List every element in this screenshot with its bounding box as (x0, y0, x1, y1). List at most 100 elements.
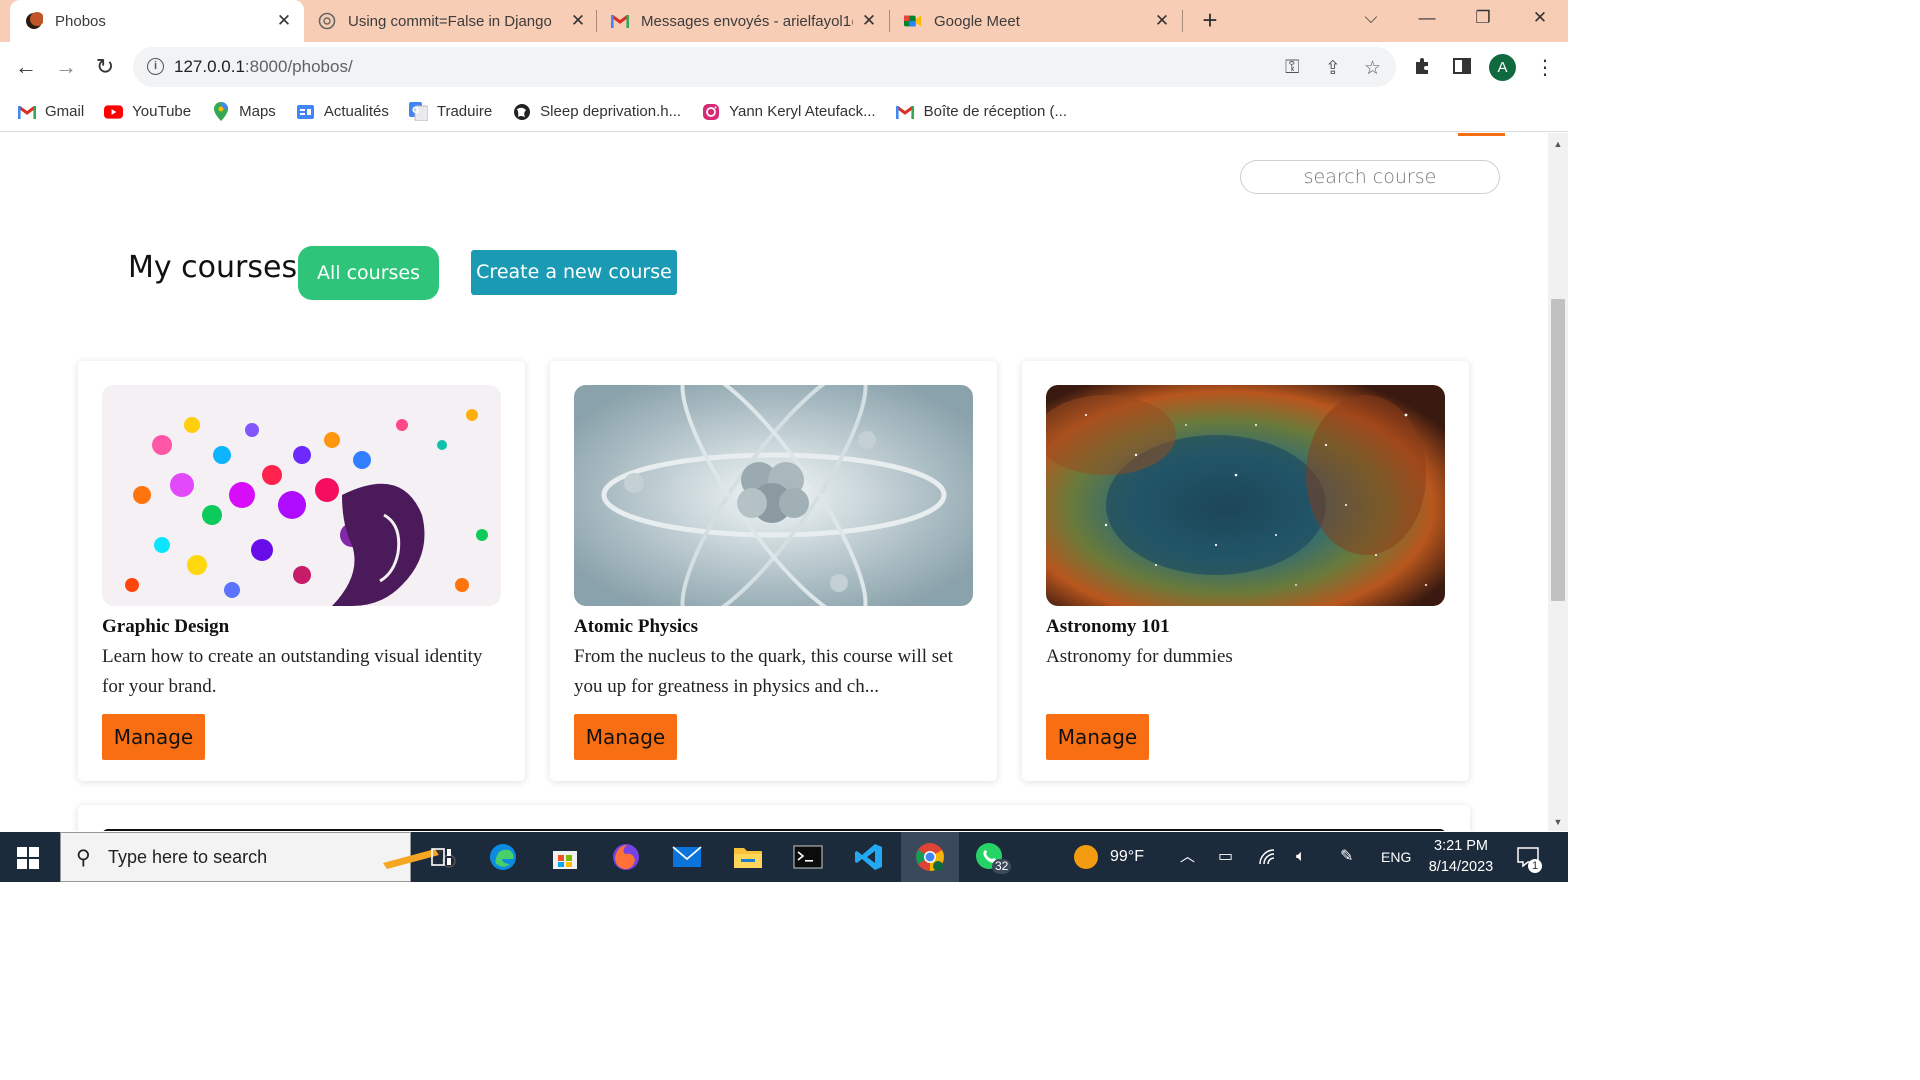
notifications-icon[interactable]: 1 (1516, 832, 1542, 882)
clock-date: 8/14/2023 (1428, 859, 1494, 875)
notifications-badge: 1 (1528, 859, 1542, 873)
gmail-icon (17, 102, 36, 121)
whatsapp-icon[interactable]: 32 (974, 841, 1012, 874)
url-path: :8000/phobos/ (244, 57, 353, 76)
tab-separator (1182, 10, 1183, 32)
vscode-icon[interactable] (853, 841, 885, 873)
maps-icon (211, 102, 230, 121)
wifi-icon[interactable] (1258, 832, 1278, 882)
course-card: Atomic Physics From the nucleus to the q… (550, 361, 997, 781)
manage-course-button[interactable]: Manage (102, 714, 205, 760)
tab-title: Phobos (55, 12, 106, 30)
clock-time: 3:21 PM (1434, 838, 1488, 854)
windows-taskbar: ⚲ Type here to search 32 99°F ︿ ▭ 🔈︎ ✎ E… (0, 832, 1568, 882)
microsoft-store-icon[interactable] (549, 841, 581, 873)
bookmark-translate[interactable]: G Traduire (408, 102, 492, 121)
search-icon: ⚲ (76, 847, 91, 869)
tab-phobos[interactable]: Phobos ✕ (10, 0, 304, 42)
tab-strip: Phobos ✕ Using commit=False in Django ✕ … (0, 0, 1568, 42)
tab-search-chevron-icon[interactable]: ⌵ (1358, 8, 1384, 28)
back-button[interactable]: ← (13, 54, 39, 80)
address-bar[interactable]: i 127.0.0.1:8000/phobos/ ⚿ ⇪ ☆ (133, 47, 1396, 87)
minimize-button[interactable]: — (1414, 8, 1440, 28)
reload-button[interactable]: ↻ (92, 54, 118, 80)
terminal-icon[interactable] (792, 841, 824, 873)
bookmark-star-icon[interactable]: ☆ (1364, 57, 1381, 80)
extensions-icon[interactable] (1413, 56, 1433, 82)
new-tab-button[interactable]: + (1197, 6, 1223, 34)
course-description: Learn how to create an outstanding visua… (102, 646, 483, 697)
scroll-up-icon[interactable]: ▲ (1548, 139, 1568, 149)
tab-title: Messages envoyés - arielfayol1@ (641, 12, 853, 30)
scrollbar-thumb[interactable] (1551, 299, 1565, 601)
windows-start-icon[interactable] (17, 847, 39, 869)
task-view-icon[interactable] (426, 841, 458, 873)
weather-icon[interactable] (1073, 832, 1099, 882)
course-card-partial (78, 805, 1470, 831)
search-course-input[interactable]: search course (1240, 160, 1500, 194)
create-course-button[interactable]: Create a new course (471, 250, 677, 295)
tab-title: Using commit=False in Django (348, 12, 552, 30)
youtube-icon (104, 102, 124, 121)
forward-button[interactable]: → (53, 54, 79, 80)
weather-temperature[interactable]: 99°F (1110, 832, 1144, 882)
close-tab-icon[interactable]: ✕ (861, 11, 877, 31)
site-info-icon[interactable]: i (147, 58, 164, 75)
browser-menu-icon[interactable]: ⋮ (1535, 55, 1555, 80)
manage-course-button[interactable]: Manage (1046, 714, 1149, 760)
tab-separator (596, 10, 597, 32)
all-courses-button[interactable]: All courses (298, 246, 439, 300)
tab-gmail[interactable]: Messages envoyés - arielfayol1@ ✕ (611, 0, 877, 42)
bookmark-inbox[interactable]: Boîte de réception (... (896, 102, 1067, 121)
close-window-button[interactable]: ✕ (1527, 8, 1553, 28)
course-image-graphic-design (102, 385, 501, 606)
edge-icon[interactable] (487, 841, 519, 873)
page-scrollbar[interactable]: ▲ ▼ (1548, 133, 1568, 831)
taskbar-search-box[interactable]: ⚲ Type here to search (60, 832, 456, 882)
course-card: Astronomy 101 Astronomy for dummies Mana… (1022, 361, 1469, 781)
mail-icon[interactable] (671, 841, 703, 873)
phobos-favicon-icon (25, 12, 43, 30)
side-panel-icon[interactable] (1452, 56, 1472, 82)
bookmark-maps[interactable]: Maps (211, 102, 276, 121)
gmail-icon (896, 102, 915, 121)
pen-icon[interactable]: ✎ (1340, 832, 1353, 882)
taskbar-search-placeholder: Type here to search (108, 847, 268, 867)
chrome-icon[interactable] (901, 832, 959, 882)
bookmark-youtube[interactable]: YouTube (104, 102, 191, 121)
close-tab-icon[interactable]: ✕ (1154, 11, 1170, 31)
meet-now-icon[interactable]: ▭ (1218, 832, 1233, 882)
bookmark-label: Gmail (45, 103, 85, 120)
bookmark-sleep-deprivation[interactable]: Sleep deprivation.h... (512, 102, 681, 121)
bookmark-label: Maps (239, 103, 276, 120)
volume-icon[interactable]: 🔈︎ (1296, 832, 1306, 882)
scroll-down-icon[interactable]: ▼ (1548, 817, 1568, 827)
page-title: My courses (128, 250, 298, 285)
tab-google-meet[interactable]: Google Meet ✕ (904, 0, 1170, 42)
bookmarks-bar: Gmail YouTube Maps Actualités G Traduire… (0, 92, 1568, 132)
close-tab-icon[interactable]: ✕ (276, 11, 292, 31)
chatgpt-favicon-icon (318, 12, 336, 30)
manage-course-button[interactable]: Manage (574, 714, 677, 760)
tab-django[interactable]: Using commit=False in Django ✕ (318, 0, 586, 42)
restore-button[interactable]: ❐ (1470, 8, 1496, 28)
bookmark-gmail[interactable]: Gmail (17, 102, 84, 121)
file-explorer-icon[interactable] (732, 841, 764, 873)
news-icon (296, 102, 315, 121)
url-text[interactable]: 127.0.0.1:8000/phobos/ (174, 57, 353, 77)
bookmark-news[interactable]: Actualités (296, 102, 389, 121)
bookmark-label: YouTube (132, 103, 192, 120)
page-viewport: search course My courses All courses Cre… (0, 133, 1548, 831)
close-tab-icon[interactable]: ✕ (570, 11, 586, 31)
firefox-icon[interactable] (610, 841, 642, 873)
instagram-icon (701, 102, 720, 121)
bookmark-instagram[interactable]: Yann Keryl Ateufack... (701, 102, 876, 121)
show-hidden-icons-chevron-icon[interactable]: ︿ (1180, 832, 1195, 882)
browser-toolbar: ← → ↻ i 127.0.0.1:8000/phobos/ ⚿ ⇪ ☆ A ⋮ (0, 42, 1568, 92)
key-icon[interactable]: ⚿ (1285, 57, 1299, 79)
language-indicator[interactable]: ENG (1381, 832, 1411, 882)
share-icon[interactable]: ⇪ (1325, 57, 1341, 80)
svg-text:G: G (412, 106, 419, 116)
profile-avatar[interactable]: A (1489, 54, 1516, 81)
taskbar-clock[interactable]: 3:21 PM 8/14/2023 (1418, 836, 1504, 878)
